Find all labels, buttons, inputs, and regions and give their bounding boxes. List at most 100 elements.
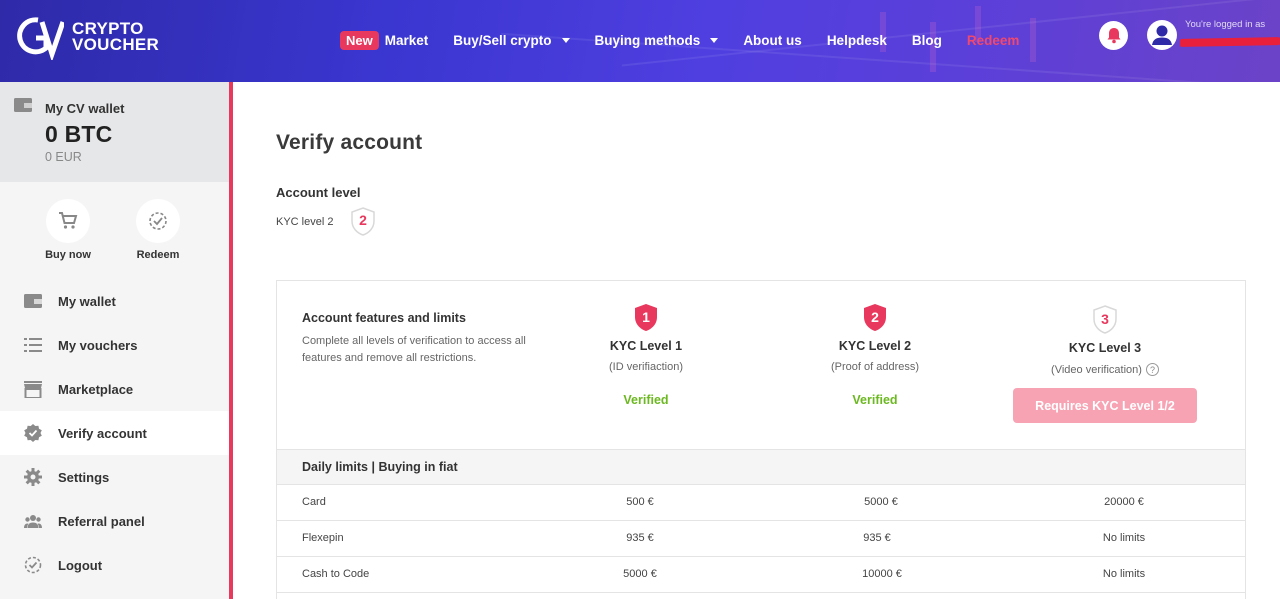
user-icon xyxy=(1152,25,1172,45)
kyc-level-name: KYC Level 2 xyxy=(838,339,912,353)
sidebar-item-label: My vouchers xyxy=(58,337,138,353)
kyc-level-3-column: 3 KYC Level 3 (Video verification)? xyxy=(1005,305,1205,376)
bell-icon xyxy=(1107,28,1120,44)
sidebar-item-label: Settings xyxy=(58,469,110,485)
kyc-level-sub: (ID verifiaction) xyxy=(546,361,746,373)
cart-icon xyxy=(59,212,78,229)
limit-level-3: 20000 € xyxy=(1104,496,1144,508)
kyc-level-2-column: 2 KYC Level 2 (Proof of address) Verifie… xyxy=(775,303,975,407)
sidebar-item-label: My wallet xyxy=(58,293,116,309)
table-row: Flexepin 935 € 935 € No limits xyxy=(277,521,1245,557)
check-circle-icon xyxy=(149,212,167,230)
new-badge: New xyxy=(340,30,379,50)
features-title: Account features and limits xyxy=(302,311,466,325)
wallet-title: My CV wallet xyxy=(45,101,125,116)
limit-level-2: 935 € xyxy=(863,532,891,544)
nav-blog[interactable]: Blog xyxy=(912,33,942,48)
kyc-level-sub: (Proof of address) xyxy=(775,361,975,373)
kyc-badge-number: 1 xyxy=(642,309,650,325)
sidebar-menu: My wallet My vouchers Marketplace Verify… xyxy=(0,279,229,587)
limits-section-header: Daily limits | Buying in fiat xyxy=(277,449,1245,485)
main-nav: New Market Buy/Sell crypto Buying method… xyxy=(340,29,1044,51)
logo-mark-icon xyxy=(16,14,66,63)
logo-line2: VOUCHER xyxy=(72,35,160,54)
gear-icon xyxy=(24,468,42,486)
redeem-button[interactable] xyxy=(136,199,180,243)
kyc-badge-number: 2 xyxy=(871,309,879,325)
nav-about[interactable]: About us xyxy=(743,33,802,48)
limit-method: Flexepin xyxy=(302,532,344,544)
wallet-icon xyxy=(14,98,32,112)
list-icon xyxy=(24,336,42,354)
table-row: Card 500 € 5000 € 20000 € xyxy=(277,485,1245,521)
shield-icon: 3 xyxy=(1093,305,1117,334)
page-title: Verify account xyxy=(276,131,423,154)
sidebar-item-logout[interactable]: Logout xyxy=(0,543,229,587)
account-level-badge: 2 xyxy=(359,212,367,228)
account-level-heading: Account level xyxy=(276,185,361,200)
kyc-badge-number: 3 xyxy=(1101,311,1109,327)
buy-now-label: Buy now xyxy=(45,249,91,261)
chevron-down-icon xyxy=(710,37,719,43)
limit-level-1: 5000 € xyxy=(623,568,657,580)
nav-buy-sell-label: Buy/Sell crypto xyxy=(453,32,552,48)
nav-helpdesk[interactable]: Helpdesk xyxy=(827,33,887,48)
requires-kyc-button[interactable]: Requires KYC Level 1/2 xyxy=(1013,388,1197,423)
kyc-level-sub-text: (Proof of address) xyxy=(830,361,920,373)
sidebar-item-label: Verify account xyxy=(58,425,147,441)
kyc-status-verified: Verified xyxy=(623,393,669,407)
limit-level-1: 500 € xyxy=(626,496,654,508)
nav-redeem[interactable]: Redeem xyxy=(967,33,1020,48)
kyc-level-sub-text: (Video verification) xyxy=(1051,363,1142,376)
sidebar-item-label: Referral panel xyxy=(58,513,145,529)
kyc-level-sub: (Video verification)? xyxy=(1005,363,1205,376)
group-icon xyxy=(24,512,42,530)
nav-buying-methods[interactable]: Buying methods xyxy=(595,33,719,48)
store-icon xyxy=(24,380,42,398)
limits-header-title: Daily limits | Buying in fiat xyxy=(302,460,458,474)
buy-now-button[interactable] xyxy=(46,199,90,243)
kyc-level-name: KYC Level 1 xyxy=(609,339,683,353)
sidebar-accent-bar xyxy=(229,82,233,599)
help-icon[interactable]: ? xyxy=(1145,363,1159,376)
limit-method: Cash to Code xyxy=(302,568,370,580)
sidebar: My CV wallet 0 BTC 0 EUR Buy now Redeem … xyxy=(0,82,229,599)
wallet-summary: My CV wallet 0 BTC 0 EUR xyxy=(0,82,229,182)
logged-in-label: You're logged in as xyxy=(1185,19,1266,30)
sidebar-item-my-wallet[interactable]: My wallet xyxy=(0,279,229,323)
username-redacted xyxy=(1180,37,1280,47)
account-level-value: KYC level 2 xyxy=(276,216,334,228)
kyc-status-verified: Verified xyxy=(852,393,898,407)
kyc-level-1-column: 1 KYC Level 1 (ID verifiaction) Verified xyxy=(546,303,746,407)
wallet-eur-balance: 0 EUR xyxy=(45,150,82,164)
shield-icon: 1 xyxy=(635,304,657,331)
notifications-button[interactable] xyxy=(1099,21,1128,50)
features-description: Complete all levels of verification to a… xyxy=(302,335,526,364)
wallet-icon xyxy=(24,292,42,310)
table-row: Cash to Code 5000 € 10000 € No limits xyxy=(277,557,1245,593)
site-logo[interactable]: CRYPTO VOUCHER xyxy=(16,14,160,63)
sidebar-item-verify-account[interactable]: Verify account xyxy=(0,411,229,455)
sidebar-item-marketplace[interactable]: Marketplace xyxy=(0,367,229,411)
redeem-label: Redeem xyxy=(136,249,180,261)
sidebar-item-label: Logout xyxy=(58,557,103,573)
kyc-level-sub-text: (ID verifiaction) xyxy=(609,361,683,373)
sidebar-item-settings[interactable]: Settings xyxy=(0,455,229,499)
sidebar-item-referral-panel[interactable]: Referral panel xyxy=(0,499,229,543)
wallet-btc-balance: 0 BTC xyxy=(45,121,113,147)
verified-badge-icon xyxy=(24,424,42,442)
shield-icon: 2 xyxy=(864,304,886,331)
kyc-limits-panel: Account features and limits Complete all… xyxy=(276,280,1246,599)
limit-level-1: 935 € xyxy=(626,532,654,544)
sidebar-item-label: Marketplace xyxy=(58,381,134,397)
top-header: CRYPTO VOUCHER New Market Buy/Sell crypt… xyxy=(0,0,1280,82)
limit-level-2: 5000 € xyxy=(864,496,898,508)
nav-buy-sell[interactable]: Buy/Sell crypto xyxy=(453,32,570,48)
limit-level-3: No limits xyxy=(1102,532,1146,544)
user-avatar[interactable] xyxy=(1147,20,1177,50)
sidebar-item-my-vouchers[interactable]: My vouchers xyxy=(0,323,229,367)
nav-buying-methods-label: Buying methods xyxy=(594,32,701,48)
nav-market[interactable]: Market xyxy=(385,33,429,48)
logout-icon xyxy=(24,556,42,574)
limit-level-3: No limits xyxy=(1102,568,1146,580)
